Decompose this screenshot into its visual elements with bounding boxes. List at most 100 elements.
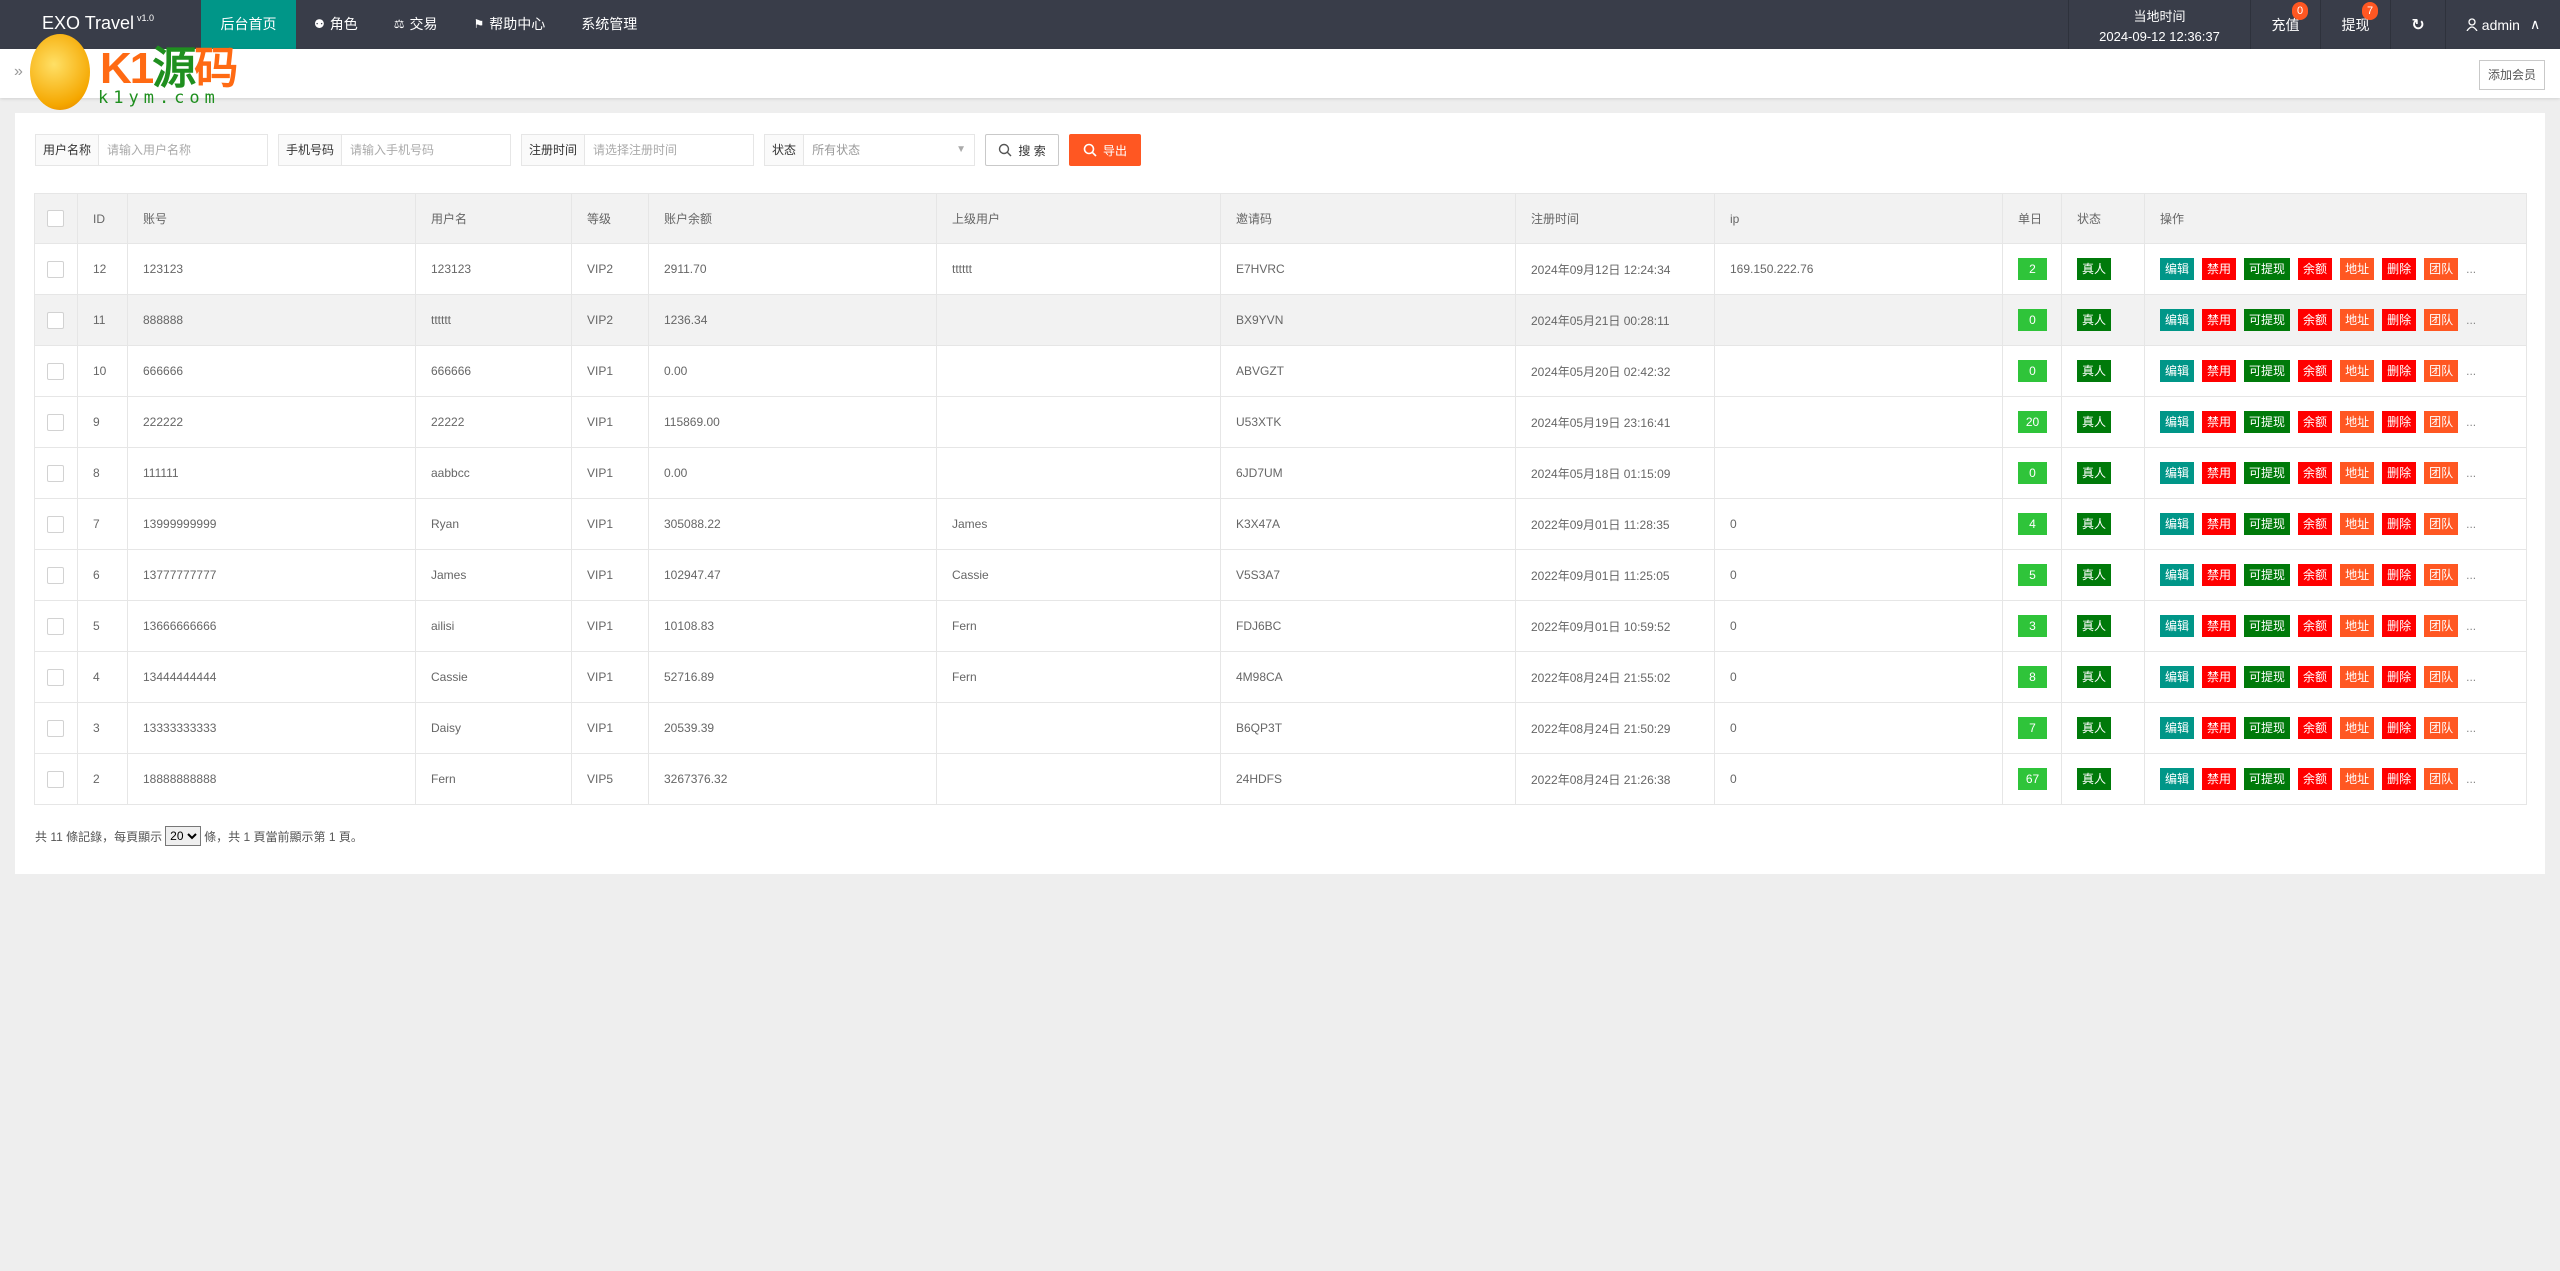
action-button-6[interactable]: 团队 <box>2424 768 2459 790</box>
action-button-0[interactable]: 编辑 <box>2160 360 2195 382</box>
action-button-6[interactable]: 团队 <box>2424 411 2459 433</box>
row-checkbox[interactable] <box>47 311 64 329</box>
action-button-2[interactable]: 可提现 <box>2244 717 2291 739</box>
action-button-3[interactable]: 余额 <box>2298 513 2333 535</box>
row-checkbox[interactable] <box>47 770 64 788</box>
action-button-1[interactable]: 禁用 <box>2202 462 2237 484</box>
action-button-3[interactable]: 余额 <box>2298 360 2333 382</box>
action-button-0[interactable]: 编辑 <box>2160 462 2195 484</box>
more-actions-button[interactable]: ... <box>2466 517 2476 531</box>
action-button-0[interactable]: 编辑 <box>2160 309 2195 331</box>
phone-input[interactable] <box>342 135 511 165</box>
recharge-button[interactable]: 充值 0 <box>2250 0 2320 49</box>
table-row[interactable]: 2 18888888888 Fern VIP5 3267376.32 24HDFS 2022… <box>34 753 2527 805</box>
action-button-3[interactable]: 余额 <box>2298 717 2333 739</box>
row-checkbox[interactable] <box>47 515 64 533</box>
more-actions-button[interactable]: ... <box>2466 721 2476 735</box>
action-button-5[interactable]: 删除 <box>2382 309 2417 331</box>
action-button-6[interactable]: 团队 <box>2424 462 2459 484</box>
action-button-6[interactable]: 团队 <box>2424 258 2459 280</box>
action-button-0[interactable]: 编辑 <box>2160 615 2195 637</box>
breadcrumb-toggle[interactable]: » <box>14 63 23 81</box>
action-button-4[interactable]: 地址 <box>2340 462 2375 484</box>
export-button[interactable]: 导出 <box>1069 134 1142 166</box>
action-button-2[interactable]: 可提现 <box>2244 615 2291 637</box>
action-button-6[interactable]: 团队 <box>2424 564 2459 586</box>
action-button-6[interactable]: 团队 <box>2424 615 2459 637</box>
action-button-5[interactable]: 删除 <box>2382 462 2417 484</box>
table-row[interactable]: 10 666666 666666 VIP1 0.00 ABVGZT 2024年05月20日 … <box>34 345 2527 397</box>
withdraw-button[interactable]: 提现 7 <box>2320 0 2390 49</box>
nav-tab-3[interactable]: ⚑ 帮助中心 <box>456 0 564 49</box>
action-button-2[interactable]: 可提现 <box>2244 564 2291 586</box>
user-menu[interactable]: admin ∧ <box>2445 0 2560 49</box>
action-button-1[interactable]: 禁用 <box>2202 258 2237 280</box>
table-row[interactable]: 11 888888 tttttt VIP2 1236.34 BX9YVN 2024年05月2… <box>34 294 2527 346</box>
action-button-4[interactable]: 地址 <box>2340 360 2375 382</box>
more-actions-button[interactable]: ... <box>2466 364 2476 378</box>
more-actions-button[interactable]: ... <box>2466 313 2476 327</box>
table-row[interactable]: 8 111111 aabbcc VIP1 0.00 6JD7UM 2024年05月18日 0… <box>34 447 2527 499</box>
action-button-0[interactable]: 编辑 <box>2160 258 2195 280</box>
action-button-4[interactable]: 地址 <box>2340 615 2375 637</box>
action-button-3[interactable]: 余额 <box>2298 309 2333 331</box>
action-button-6[interactable]: 团队 <box>2424 666 2459 688</box>
action-button-1[interactable]: 禁用 <box>2202 360 2237 382</box>
action-button-2[interactable]: 可提现 <box>2244 411 2291 433</box>
action-button-3[interactable]: 余额 <box>2298 666 2333 688</box>
action-button-4[interactable]: 地址 <box>2340 717 2375 739</box>
action-button-4[interactable]: 地址 <box>2340 513 2375 535</box>
more-actions-button[interactable]: ... <box>2466 772 2476 786</box>
page-size-select[interactable]: 20 <box>165 826 202 846</box>
status-select[interactable]: 所有状态 ▼ <box>804 135 974 165</box>
action-button-4[interactable]: 地址 <box>2340 666 2375 688</box>
row-checkbox[interactable] <box>47 566 64 584</box>
action-button-6[interactable]: 团队 <box>2424 513 2459 535</box>
action-button-1[interactable]: 禁用 <box>2202 666 2237 688</box>
action-button-1[interactable]: 禁用 <box>2202 411 2237 433</box>
action-button-4[interactable]: 地址 <box>2340 564 2375 586</box>
action-button-5[interactable]: 删除 <box>2382 666 2417 688</box>
action-button-6[interactable]: 团队 <box>2424 360 2459 382</box>
action-button-5[interactable]: 删除 <box>2382 615 2417 637</box>
action-button-4[interactable]: 地址 <box>2340 258 2375 280</box>
row-checkbox[interactable] <box>47 719 64 737</box>
action-button-5[interactable]: 删除 <box>2382 717 2417 739</box>
action-button-2[interactable]: 可提现 <box>2244 462 2291 484</box>
nav-tab-0[interactable]: 后台首页 <box>201 0 296 49</box>
regtime-input[interactable] <box>585 135 754 165</box>
table-row[interactable]: 7 13999999999 Ryan VIP1 305088.22 James K3X47A… <box>34 498 2527 550</box>
action-button-5[interactable]: 删除 <box>2382 564 2417 586</box>
row-checkbox[interactable] <box>47 362 64 380</box>
row-checkbox[interactable] <box>47 413 64 431</box>
action-button-6[interactable]: 团队 <box>2424 309 2459 331</box>
search-button[interactable]: 搜 索 <box>985 134 1060 166</box>
nav-tab-2[interactable]: ⚖ 交易 <box>376 0 456 49</box>
row-checkbox[interactable] <box>47 668 64 686</box>
action-button-2[interactable]: 可提现 <box>2244 513 2291 535</box>
table-row[interactable]: 6 13777777777 James VIP1 102947.47 Cassie V5S3… <box>34 549 2527 601</box>
action-button-2[interactable]: 可提现 <box>2244 666 2291 688</box>
action-button-5[interactable]: 删除 <box>2382 768 2417 790</box>
more-actions-button[interactable]: ... <box>2466 670 2476 684</box>
more-actions-button[interactable]: ... <box>2466 415 2476 429</box>
row-checkbox[interactable] <box>47 260 64 278</box>
table-row[interactable]: 3 13333333333 Daisy VIP1 20539.39 B6QP3T 2022年… <box>34 702 2527 754</box>
action-button-3[interactable]: 余额 <box>2298 768 2333 790</box>
action-button-0[interactable]: 编辑 <box>2160 411 2195 433</box>
action-button-4[interactable]: 地址 <box>2340 768 2375 790</box>
table-row[interactable]: 12 123123 123123 VIP2 2911.70 tttttt E7HVRC 202… <box>34 243 2527 295</box>
nav-tab-1[interactable]: ⚉ 角色 <box>296 0 376 49</box>
action-button-2[interactable]: 可提现 <box>2244 258 2291 280</box>
more-actions-button[interactable]: ... <box>2466 466 2476 480</box>
action-button-1[interactable]: 禁用 <box>2202 768 2237 790</box>
table-row[interactable]: 5 13666666666 ailisi VIP1 10108.83 Fern FDJ6BC… <box>34 600 2527 652</box>
action-button-3[interactable]: 余额 <box>2298 462 2333 484</box>
action-button-3[interactable]: 余额 <box>2298 615 2333 637</box>
action-button-1[interactable]: 禁用 <box>2202 615 2237 637</box>
action-button-2[interactable]: 可提现 <box>2244 360 2291 382</box>
action-button-1[interactable]: 禁用 <box>2202 564 2237 586</box>
table-row[interactable]: 4 13444444444 Cassie VIP1 52716.89 Fern 4M98CA… <box>34 651 2527 703</box>
action-button-6[interactable]: 团队 <box>2424 717 2459 739</box>
refresh-button[interactable]: ↻ <box>2390 0 2445 49</box>
